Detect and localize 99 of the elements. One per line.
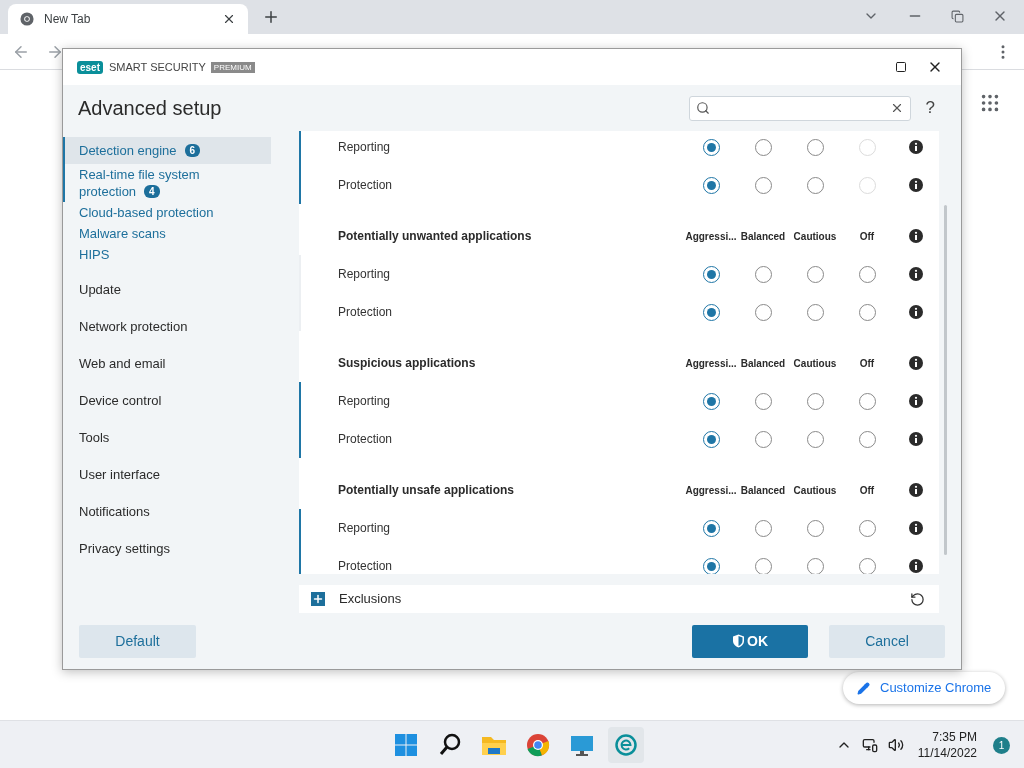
column-header: Balanced bbox=[739, 483, 787, 498]
radio-button[interactable] bbox=[858, 392, 876, 410]
sidebar-item[interactable]: Detection engine 6 bbox=[63, 137, 271, 164]
network-icon[interactable] bbox=[861, 737, 878, 753]
revert-icon[interactable] bbox=[910, 591, 925, 607]
setting-label: Protection bbox=[337, 177, 394, 194]
browser-tab[interactable]: New Tab bbox=[8, 4, 248, 34]
scrollbar[interactable] bbox=[943, 205, 947, 555]
radio-button[interactable] bbox=[702, 138, 720, 156]
cancel-button[interactable]: Cancel bbox=[829, 624, 945, 658]
info-icon[interactable] bbox=[909, 178, 923, 192]
column-header: Aggressi... bbox=[685, 229, 737, 244]
radio-button[interactable] bbox=[858, 265, 876, 283]
column-header: Cautious bbox=[792, 356, 838, 371]
info-icon[interactable] bbox=[909, 229, 923, 243]
edition-tag: PREMIUM bbox=[210, 61, 255, 73]
column-header: Balanced bbox=[739, 356, 787, 371]
info-icon[interactable] bbox=[909, 559, 923, 573]
count-badge: 6 bbox=[184, 144, 201, 157]
shield-icon bbox=[732, 634, 745, 648]
window-title: Advanced setup bbox=[78, 96, 223, 121]
radio-button[interactable] bbox=[858, 303, 876, 321]
info-icon[interactable] bbox=[909, 483, 923, 497]
exclusions-row[interactable]: Exclusions bbox=[299, 585, 939, 613]
info-icon[interactable] bbox=[909, 432, 923, 446]
radio-button[interactable] bbox=[702, 303, 720, 321]
tab-title: New Tab bbox=[44, 11, 92, 28]
setting-label: Protection bbox=[337, 558, 394, 574]
column-header: Off bbox=[858, 356, 876, 371]
column-header: Cautious bbox=[792, 229, 838, 244]
column-header: Balanced bbox=[739, 229, 787, 244]
ok-button[interactable]: OK bbox=[692, 624, 808, 658]
radio-button[interactable] bbox=[754, 557, 772, 574]
pencil-icon bbox=[857, 681, 870, 695]
setting-label: Protection bbox=[337, 431, 394, 448]
radio-button[interactable] bbox=[702, 176, 720, 194]
column-header: Cautious bbox=[792, 483, 838, 498]
expand-icon[interactable] bbox=[311, 592, 325, 606]
radio-button[interactable] bbox=[806, 519, 824, 537]
radio-button[interactable] bbox=[806, 430, 824, 448]
search-field[interactable] bbox=[688, 95, 911, 121]
notification-badge[interactable]: 1 bbox=[993, 736, 1010, 754]
restore-icon[interactable] bbox=[951, 9, 964, 23]
setting-label: Reporting bbox=[337, 139, 392, 156]
info-icon[interactable] bbox=[909, 140, 923, 154]
eset-app-icon[interactable] bbox=[608, 727, 644, 763]
radio-button[interactable] bbox=[754, 519, 772, 537]
product-name: SMART SECURITY bbox=[109, 59, 206, 75]
info-icon[interactable] bbox=[909, 521, 923, 535]
new-tab-icon[interactable] bbox=[262, 8, 280, 26]
column-header: Off bbox=[858, 483, 876, 498]
radio-button[interactable] bbox=[702, 430, 720, 448]
radio-button[interactable] bbox=[702, 557, 720, 574]
customize-chrome-button[interactable]: Customize Chrome bbox=[843, 672, 1006, 704]
info-icon[interactable] bbox=[909, 394, 923, 408]
section-title: Potentially unwanted applications bbox=[337, 228, 533, 245]
clock-date[interactable]: 11/14/2022 bbox=[917, 745, 977, 761]
setting-label: Reporting bbox=[337, 393, 392, 410]
maximize-icon[interactable] bbox=[895, 61, 907, 73]
info-icon[interactable] bbox=[909, 356, 923, 370]
radio-button[interactable] bbox=[858, 519, 876, 537]
setting-label: Reporting bbox=[337, 266, 392, 283]
radio-button[interactable] bbox=[754, 176, 772, 194]
close-icon[interactable] bbox=[222, 12, 236, 26]
brand-logo: eset bbox=[77, 60, 103, 74]
volume-icon[interactable] bbox=[887, 737, 904, 753]
column-header: Aggressi... bbox=[685, 483, 737, 498]
radio-button[interactable] bbox=[806, 557, 824, 574]
column-header: Aggressi... bbox=[685, 356, 737, 371]
radio-button[interactable] bbox=[702, 519, 720, 537]
radio-button[interactable] bbox=[702, 392, 720, 410]
radio-button[interactable] bbox=[806, 176, 824, 194]
radio-button[interactable] bbox=[754, 430, 772, 448]
radio-button[interactable] bbox=[858, 557, 876, 574]
help-button[interactable]: ? bbox=[925, 95, 935, 121]
radio-button[interactable] bbox=[806, 392, 824, 410]
info-icon[interactable] bbox=[909, 267, 923, 281]
default-button[interactable]: Default bbox=[79, 624, 196, 658]
radio-button[interactable] bbox=[754, 138, 772, 156]
section-title: Suspicious applications bbox=[337, 355, 477, 372]
section-title: Potentially unsafe applications bbox=[337, 482, 516, 499]
chrome-logo-icon bbox=[20, 12, 34, 26]
clock-time[interactable]: 7:35 PM bbox=[932, 729, 977, 745]
radio-button[interactable] bbox=[754, 392, 772, 410]
radio-button[interactable] bbox=[806, 265, 824, 283]
radio-button[interactable] bbox=[858, 430, 876, 448]
radio-button[interactable] bbox=[702, 265, 720, 283]
radio-button[interactable] bbox=[754, 265, 772, 283]
radio-button[interactable] bbox=[806, 138, 824, 156]
search-icon bbox=[695, 101, 710, 115]
apps-grid-icon[interactable] bbox=[979, 92, 1001, 114]
setting-label: Protection bbox=[337, 304, 394, 321]
setting-label: Reporting bbox=[337, 520, 392, 537]
radio-button[interactable] bbox=[754, 303, 772, 321]
info-icon[interactable] bbox=[909, 305, 923, 319]
exclusions-label: Exclusions bbox=[339, 590, 403, 609]
radio-button[interactable] bbox=[806, 303, 824, 321]
count-badge: 4 bbox=[144, 185, 160, 198]
column-header: Off bbox=[858, 229, 876, 244]
